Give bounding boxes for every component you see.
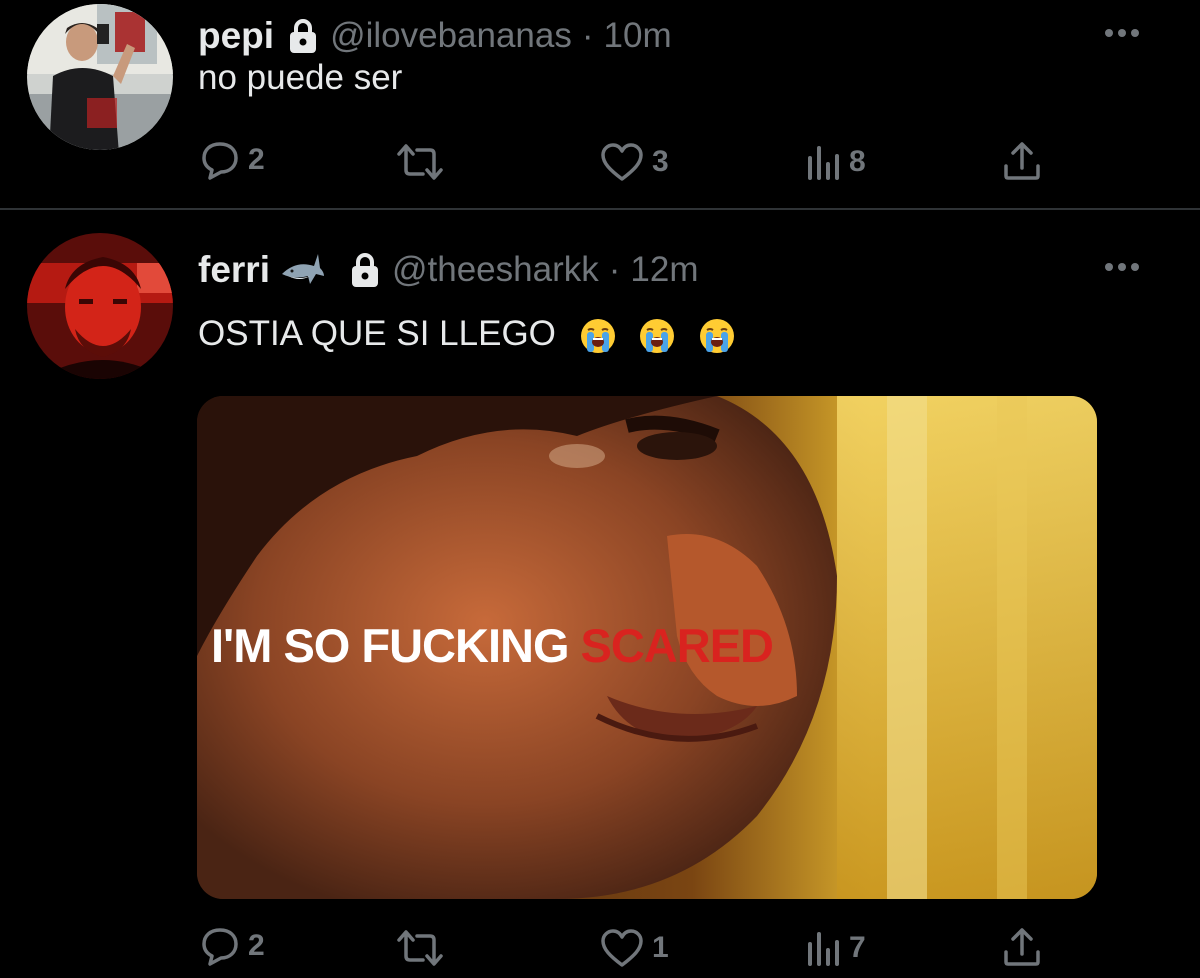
meme-caption: I'M SO FUCKING SCARED [211, 618, 774, 673]
reply-count: 2 [248, 929, 265, 962]
separator: · [581, 16, 594, 55]
three-dots-icon[interactable] [1102, 260, 1142, 274]
like-count: 1 [652, 931, 669, 964]
reply-count: 2 [248, 143, 265, 176]
handle[interactable]: @ilovebananas [330, 16, 572, 56]
tweet-text: no puede ser [198, 58, 403, 97]
loudly-crying-face-icon [699, 318, 735, 354]
view-count: 8 [849, 145, 866, 178]
three-dots-icon[interactable] [1102, 26, 1142, 40]
like-count: 3 [652, 145, 669, 178]
tweet-header: pepi @ilovebananas · 10m [198, 14, 672, 58]
heart-icon [600, 928, 644, 968]
views-button[interactable]: 8 [805, 142, 866, 182]
retweet-arrows-icon [395, 928, 445, 968]
display-name[interactable]: ferri [198, 249, 270, 291]
loudly-crying-face-icon [580, 318, 616, 354]
view-count: 7 [849, 931, 866, 964]
bar-chart-icon [805, 928, 841, 968]
timestamp[interactable]: 10m [604, 16, 672, 56]
tweet[interactable]: pepi @ilovebananas · 10m no puede ser 2 … [0, 0, 1200, 208]
lock-icon [350, 252, 380, 288]
retweet-button[interactable] [395, 928, 453, 968]
reply-button[interactable]: 2 [200, 926, 265, 966]
avatar[interactable] [27, 4, 173, 150]
separator: · [608, 250, 621, 289]
share-upload-icon [1002, 926, 1042, 968]
caption-red-text: SCARED [580, 619, 774, 672]
heart-icon [600, 142, 644, 182]
like-button[interactable]: 1 [600, 928, 669, 968]
tweet-text: OSTIA QUE SI LLEGO [198, 314, 735, 354]
share-button[interactable] [1002, 140, 1042, 182]
speech-bubble-icon [200, 140, 240, 180]
reply-button[interactable]: 2 [200, 140, 265, 180]
action-bar: 2 3 8 [0, 132, 1200, 192]
retweet-button[interactable] [395, 142, 453, 182]
share-upload-icon [1002, 140, 1042, 182]
speech-bubble-icon [200, 926, 240, 966]
bar-chart-icon [805, 142, 841, 182]
tweet-media-image[interactable]: I'M SO FUCKING SCARED [197, 396, 1097, 899]
tweet[interactable]: ferri @theesharkk · 12m OSTIA QUE SI LLE… [0, 210, 1200, 975]
views-button[interactable]: 7 [805, 928, 866, 968]
share-button[interactable] [1002, 926, 1042, 968]
retweet-arrows-icon [395, 142, 445, 182]
avatar[interactable] [27, 233, 173, 379]
display-name[interactable]: pepi [198, 15, 274, 57]
like-button[interactable]: 3 [600, 142, 669, 182]
timestamp[interactable]: 12m [630, 250, 698, 290]
caption-white-text: I'M SO FUCKING [211, 619, 570, 672]
action-bar: 2 1 7 [0, 918, 1200, 978]
tweet-header: ferri @theesharkk · 12m [198, 246, 698, 294]
tweet-text-content: OSTIA QUE SI LLEGO [198, 314, 556, 353]
handle[interactable]: @theesharkk [392, 250, 599, 290]
shark-emoji-icon [280, 250, 326, 290]
loudly-crying-face-icon [639, 318, 675, 354]
lock-icon [288, 18, 318, 54]
